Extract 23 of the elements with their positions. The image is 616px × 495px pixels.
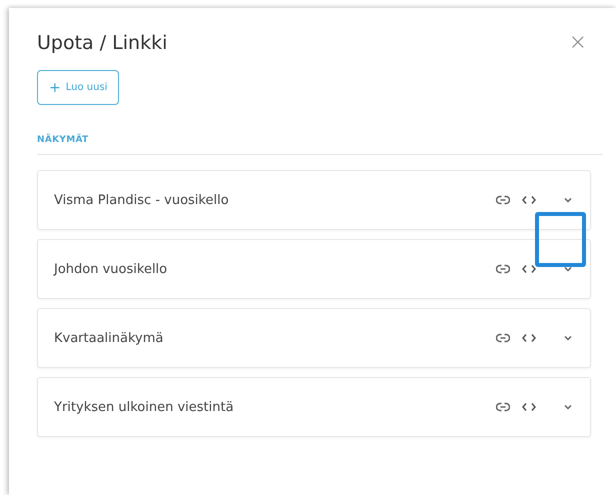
link-icon[interactable]: [496, 264, 510, 274]
view-name: Yrityksen ulkoinen viestintä: [54, 400, 235, 414]
view-row[interactable]: Kvartaalinäkymä: [37, 308, 591, 368]
view-name: Visma Plandisc - vuosikello: [54, 192, 230, 208]
view-row[interactable]: Visma Plandisc - vuosikello: [37, 170, 591, 230]
view-name: Johdon vuosikello: [54, 262, 168, 276]
dialog-title: Upota / Linkki: [37, 32, 168, 54]
view-row[interactable]: Johdon vuosikello: [37, 239, 591, 299]
link-icon[interactable]: [496, 402, 510, 412]
chevron-down-icon[interactable]: [564, 197, 572, 203]
code-icon[interactable]: [522, 264, 536, 274]
link-icon[interactable]: [496, 195, 510, 205]
view-row[interactable]: Yrityksen ulkoinen viestintä: [37, 377, 591, 437]
chevron-down-icon[interactable]: [564, 266, 572, 272]
section-heading: NÄKYMÄT: [37, 135, 603, 155]
code-icon[interactable]: [522, 333, 536, 343]
view-name: Kvartaalinäkymä: [54, 330, 164, 346]
chevron-down-icon[interactable]: [564, 404, 572, 410]
code-icon[interactable]: [522, 195, 536, 205]
close-button[interactable]: ×: [568, 32, 587, 54]
code-icon[interactable]: [522, 402, 536, 412]
chevron-down-icon[interactable]: [564, 335, 572, 341]
link-icon[interactable]: [496, 333, 510, 343]
